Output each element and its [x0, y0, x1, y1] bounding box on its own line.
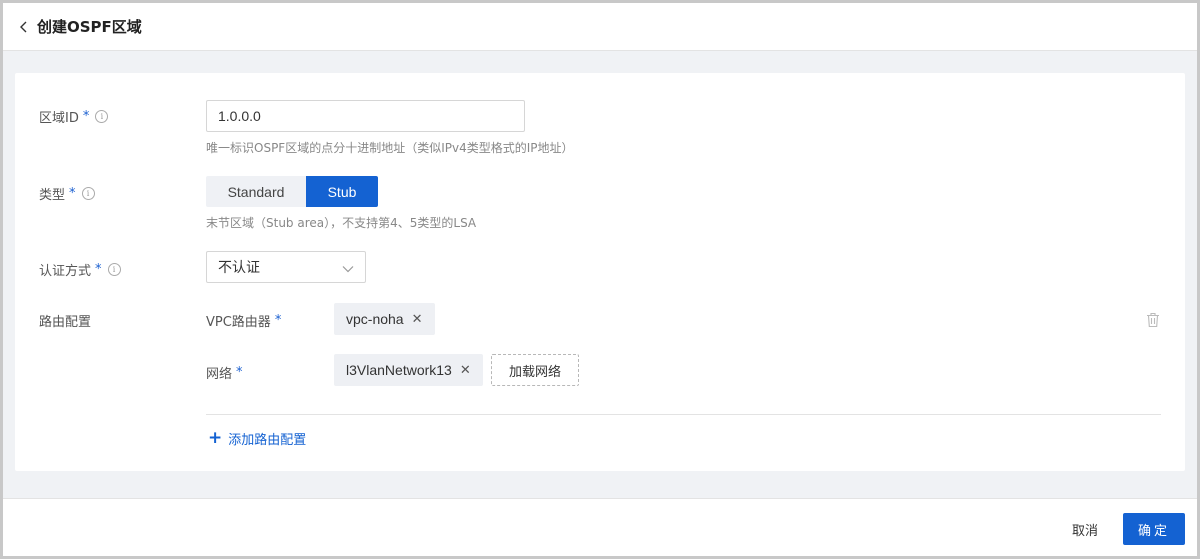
area-id-label: 区域ID: [39, 111, 79, 126]
divider: [206, 414, 1161, 415]
area-id-label-row: 区域ID * i: [39, 107, 109, 126]
network-tag: l3VlanNetwork13 ✕: [334, 354, 483, 386]
auth-select-value: 不认证: [218, 260, 260, 276]
type-hint: 末节区域（Stub area），不支持第4、5类型的LSA: [206, 216, 477, 230]
vpc-router-tag: vpc-noha ✕: [334, 303, 435, 335]
required-mark: *: [274, 313, 282, 328]
form-card: 区域ID * i 唯一标识OSPF区域的点分十进制地址（类似IPv4类型格式的I…: [15, 73, 1185, 471]
area-id-input[interactable]: [206, 100, 525, 132]
vpc-router-tag-label: vpc-noha: [346, 311, 404, 327]
type-segmented-control: Standard Stub: [206, 176, 378, 207]
vpc-router-label-row: VPC路由器 *: [206, 311, 281, 330]
page-title: 创建OSPF区域: [37, 18, 142, 36]
vpc-router-label: VPC路由器: [206, 315, 271, 330]
trash-icon[interactable]: [1146, 312, 1160, 328]
type-label-row: 类型 * i: [39, 184, 95, 203]
plus-icon: +: [208, 428, 223, 448]
network-label: 网络: [206, 367, 233, 382]
confirm-button[interactable]: 确定: [1123, 513, 1185, 545]
required-mark: *: [82, 109, 90, 124]
route-label-row: 路由配置: [39, 311, 91, 330]
info-icon[interactable]: i: [95, 110, 109, 123]
page-header: 创建OSPF区域: [3, 3, 1197, 51]
close-icon[interactable]: ✕: [460, 362, 471, 378]
network-label-row: 网络 *: [206, 363, 243, 382]
auth-label-row: 认证方式 * i: [39, 260, 121, 279]
close-icon[interactable]: ✕: [412, 311, 423, 327]
network-tag-label: l3VlanNetwork13: [346, 362, 452, 378]
route-label: 路由配置: [39, 315, 92, 330]
info-icon[interactable]: i: [107, 263, 121, 276]
type-label: 类型: [39, 188, 66, 203]
required-mark: *: [236, 365, 243, 380]
chevron-down-icon: [342, 258, 354, 277]
auth-label: 认证方式: [39, 264, 92, 279]
load-network-button[interactable]: 加载网络: [491, 354, 579, 386]
type-option-stub[interactable]: Stub: [306, 176, 378, 207]
type-option-standard[interactable]: Standard: [206, 176, 306, 207]
required-mark: *: [95, 262, 102, 277]
chevron-left-icon[interactable]: [9, 3, 39, 51]
required-mark: *: [69, 186, 76, 201]
area-id-hint: 唯一标识OSPF区域的点分十进制地址（类似IPv4类型格式的IP地址）: [206, 141, 574, 155]
add-route-button[interactable]: + 添加路由配置: [208, 428, 306, 448]
footer-bar: 取消 确定: [3, 498, 1197, 556]
auth-select[interactable]: 不认证: [206, 251, 366, 283]
add-route-label: 添加路由配置: [228, 432, 307, 448]
info-icon[interactable]: i: [81, 187, 95, 200]
cancel-button[interactable]: 取消: [1060, 514, 1110, 544]
